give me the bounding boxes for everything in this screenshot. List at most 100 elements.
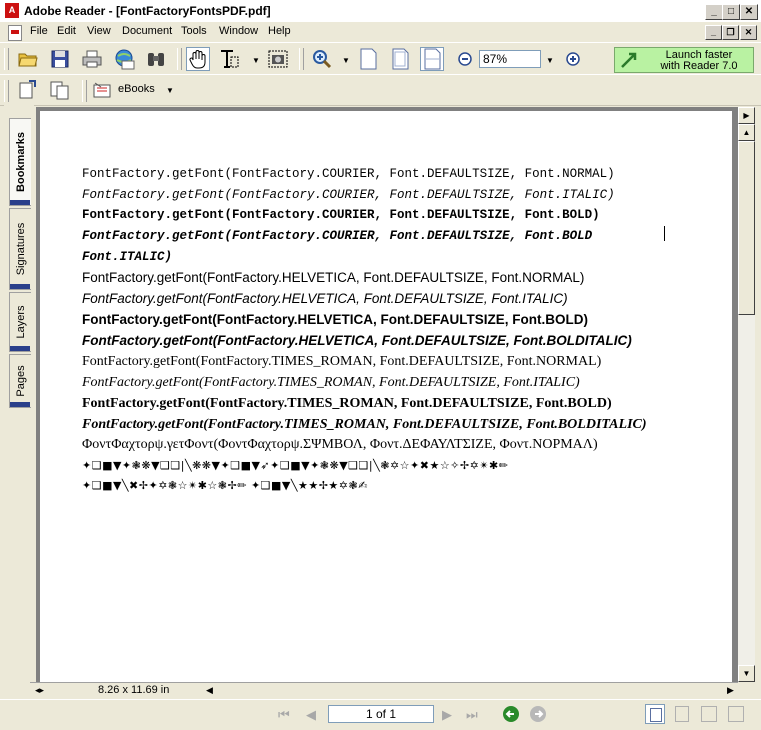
- launch-faster-button[interactable]: Launch faster with Reader 7.0: [614, 47, 754, 73]
- resize-handle-icon[interactable]: ◂▸: [35, 685, 44, 696]
- hand-tool-button[interactable]: [186, 47, 210, 71]
- doc-close-button[interactable]: ✕: [740, 25, 757, 40]
- binoculars-icon: [148, 53, 164, 66]
- single-page-layout-button[interactable]: [645, 704, 665, 724]
- ebooks-label[interactable]: eBooks: [118, 83, 155, 95]
- close-button[interactable]: ✕: [740, 4, 758, 20]
- doc-line-courier-bold: FontFactory.getFont(FontFactory.COURIER,…: [82, 208, 600, 222]
- toolbar-grip[interactable]: [177, 48, 182, 70]
- menu-help[interactable]: Help: [268, 25, 291, 37]
- doc-line-zapfdingbats-2: ✦❑■▼╲✖✢✦✡❃☆✴✱☆❃✢✏ ✦❑■▼╲★★✢★✡❃✍: [82, 479, 368, 492]
- vertical-scrollbar[interactable]: ▶ ▲ ▼: [738, 107, 755, 682]
- single-page-icon: [650, 708, 662, 722]
- doc-line-times-normal: FontFactory.getFont(FontFactory.TIMES_RO…: [82, 354, 602, 369]
- menu-file[interactable]: File: [30, 25, 48, 37]
- tab-signatures-label: Signatures: [14, 222, 27, 276]
- menu-window[interactable]: Window: [219, 25, 258, 37]
- first-page-icon[interactable]: ⏮: [278, 707, 290, 723]
- ebooks-button[interactable]: [91, 78, 115, 102]
- tab-bookmarks[interactable]: Bookmarks: [9, 118, 31, 206]
- text-select-icon: [221, 50, 239, 68]
- page-number-input[interactable]: 1 of 1: [328, 705, 434, 723]
- adobe-reader-icon: A: [5, 3, 19, 18]
- doc-line-symbol: ΦοντΦαχτορψ.γετΦοντ(ΦοντΦαχτορψ.ΣΨΜΒΟΛ, …: [82, 437, 598, 452]
- adobe-reader-window: A Adobe Reader - [FontFactoryFontsPDF.pd…: [0, 0, 761, 730]
- pdf-page[interactable]: FontFactory.getFont(FontFactory.COURIER,…: [40, 111, 732, 686]
- doc-line-helvetica-bold: FontFactory.getFont(FontFactory.HELVETIC…: [82, 312, 588, 327]
- horizontal-scrollbar[interactable]: ◂▸ 8.26 x 11.69 in ◀ ▶: [30, 682, 738, 699]
- chevron-down-icon[interactable]: ▼: [342, 56, 350, 65]
- menu-document[interactable]: Document: [122, 25, 172, 37]
- doc-line-times-bolditalic: FontFactory.getFont(FontFactory.TIMES_RO…: [82, 417, 647, 432]
- zoom-in-tool-button[interactable]: [310, 47, 334, 71]
- scroll-thumb[interactable]: [738, 141, 755, 315]
- save-button[interactable]: [48, 47, 72, 71]
- snapshot-tool-button[interactable]: [266, 47, 290, 71]
- tab-stripe: [10, 200, 30, 205]
- rotate-view-button[interactable]: [16, 78, 40, 102]
- minimize-button[interactable]: _: [705, 4, 723, 20]
- doc-minimize-button[interactable]: _: [705, 25, 722, 40]
- email-button[interactable]: [112, 47, 136, 71]
- tab-pages-label: Pages: [14, 365, 27, 397]
- floppy-disk-icon: [51, 50, 69, 68]
- toolbar-grip[interactable]: [4, 80, 9, 102]
- tab-layers[interactable]: Layers: [9, 292, 31, 352]
- menu-tools[interactable]: Tools: [181, 25, 207, 37]
- page-rotate-icon: [19, 80, 36, 99]
- zoom-level-input[interactable]: 87%: [479, 50, 541, 68]
- toolbar-grip[interactable]: [299, 48, 304, 70]
- go-forward-icon[interactable]: [529, 705, 547, 723]
- ebook-icon: [93, 82, 111, 98]
- scroll-up-arrow[interactable]: ▲: [738, 124, 755, 141]
- main-toolbar: ▼ ▼ 87% ▼ Launch faster with Reader 7.0: [0, 42, 761, 76]
- print-button[interactable]: [80, 47, 104, 71]
- fit-page-button[interactable]: [388, 47, 412, 71]
- select-text-tool-button[interactable]: [218, 47, 242, 71]
- open-button[interactable]: [16, 47, 40, 71]
- facing-layout-icon[interactable]: [728, 706, 744, 722]
- chevron-down-icon[interactable]: ▼: [546, 56, 554, 65]
- tab-stripe: [10, 402, 30, 407]
- zoom-in-button[interactable]: [561, 47, 585, 71]
- menu-edit[interactable]: Edit: [57, 25, 76, 37]
- chevron-down-icon[interactable]: ▼: [166, 86, 174, 95]
- previous-page-icon[interactable]: ◀: [306, 707, 316, 723]
- page-actual-size-icon: [360, 48, 377, 70]
- maximize-button[interactable]: □: [722, 4, 740, 20]
- document-view[interactable]: FontFactory.getFont(FontFactory.COURIER,…: [36, 107, 738, 686]
- continuous-layout-icon[interactable]: [675, 706, 689, 722]
- chevron-down-icon[interactable]: ▼: [252, 56, 260, 65]
- toolbar-grip[interactable]: [4, 48, 9, 70]
- menu-view[interactable]: View: [87, 25, 111, 37]
- launch-line-2: with Reader 7.0: [660, 60, 738, 72]
- search-button[interactable]: [144, 47, 168, 71]
- doc-line-helvetica-bolditalic: FontFactory.getFont(FontFactory.HELVETIC…: [82, 333, 632, 348]
- tab-signatures[interactable]: Signatures: [9, 208, 31, 290]
- scroll-next-page-arrow[interactable]: ▶: [738, 107, 755, 124]
- next-page-icon[interactable]: ▶: [442, 707, 452, 723]
- page-size-label: 8.26 x 11.69 in: [98, 684, 170, 696]
- magnifier-zoom-icon: [313, 50, 332, 69]
- menu-bar: File Edit View Document Tools Window Hel…: [0, 22, 761, 42]
- actual-size-button[interactable]: [356, 47, 380, 71]
- tab-pages[interactable]: Pages: [9, 354, 31, 408]
- toolbar-grip[interactable]: [82, 80, 87, 102]
- scroll-right-arrow[interactable]: ▶: [727, 685, 734, 696]
- continuous-facing-layout-icon[interactable]: [701, 706, 717, 722]
- zoom-out-button[interactable]: [453, 47, 477, 71]
- go-back-icon[interactable]: [502, 705, 520, 723]
- pages-button[interactable]: [48, 78, 72, 102]
- doc-line-courier-italic: FontFactory.getFont(FontFactory.COURIER,…: [82, 188, 615, 202]
- folder-open-icon: [18, 53, 38, 67]
- fit-width-button[interactable]: [420, 47, 444, 71]
- title-bar: A Adobe Reader - [FontFactoryFontsPDF.pd…: [0, 0, 761, 23]
- scroll-left-arrow[interactable]: ◀: [206, 685, 213, 696]
- scroll-down-arrow[interactable]: ▼: [738, 665, 755, 682]
- tab-layers-label: Layers: [14, 305, 27, 339]
- email-globe-icon: [115, 49, 135, 70]
- doc-restore-button[interactable]: ❐: [722, 25, 739, 40]
- pdf-document-icon[interactable]: [8, 25, 22, 41]
- doc-line-courier-bolditalic-cont: Font.ITALIC): [82, 250, 173, 264]
- last-page-icon[interactable]: ⏭: [466, 707, 478, 723]
